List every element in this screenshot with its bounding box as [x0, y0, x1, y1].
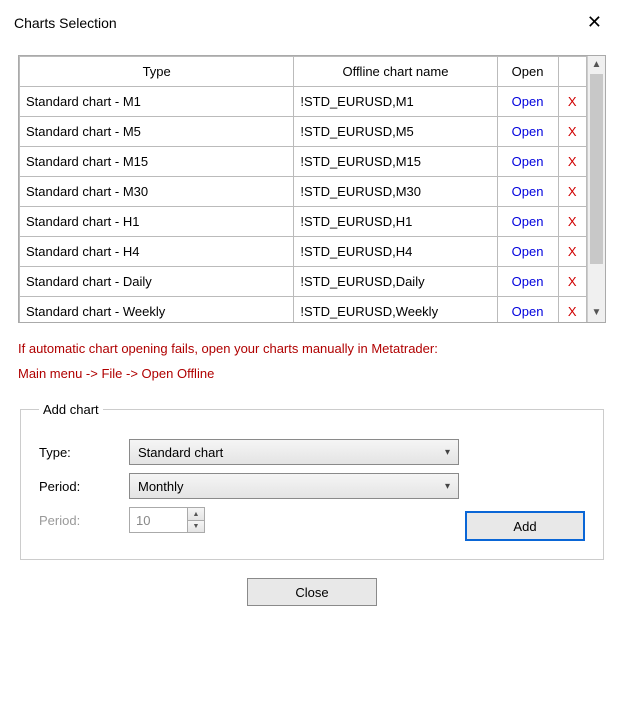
table-row: Standard chart - M15!STD_EURUSD,M15OpenX	[20, 147, 587, 177]
type-label: Type:	[39, 445, 129, 460]
spin-down-icon: ▼	[188, 521, 204, 533]
open-link[interactable]: Open	[497, 177, 558, 207]
cell-type: Standard chart - H4	[20, 237, 294, 267]
table-row: Standard chart - Daily!STD_EURUSD,DailyO…	[20, 267, 587, 297]
cell-name: !STD_EURUSD,M5	[294, 117, 497, 147]
col-header-name[interactable]: Offline chart name	[294, 57, 497, 87]
cell-name: !STD_EURUSD,Daily	[294, 267, 497, 297]
delete-icon[interactable]: X	[558, 297, 586, 323]
delete-icon[interactable]: X	[558, 267, 586, 297]
table-row: Standard chart - H1!STD_EURUSD,H1OpenX	[20, 207, 587, 237]
cell-type: Standard chart - H1	[20, 207, 294, 237]
add-chart-legend: Add chart	[39, 402, 103, 417]
table-row: Standard chart - M30!STD_EURUSD,M30OpenX	[20, 177, 587, 207]
delete-icon[interactable]: X	[558, 177, 586, 207]
period-number-label: Period:	[39, 513, 129, 528]
cell-name: !STD_EURUSD,M1	[294, 87, 497, 117]
add-button[interactable]: Add	[465, 511, 585, 541]
col-header-type[interactable]: Type	[20, 57, 294, 87]
close-icon[interactable]: ✕	[577, 8, 612, 37]
open-link[interactable]: Open	[497, 117, 558, 147]
open-link[interactable]: Open	[497, 147, 558, 177]
cell-type: Standard chart - M15	[20, 147, 294, 177]
scroll-down-icon[interactable]: ▼	[592, 304, 602, 322]
period-number-stepper: ▲ ▼	[129, 507, 205, 533]
scroll-track[interactable]	[588, 74, 605, 304]
table-row: Standard chart - M1!STD_EURUSD,M1OpenX	[20, 87, 587, 117]
delete-icon[interactable]: X	[558, 117, 586, 147]
cell-name: !STD_EURUSD,M30	[294, 177, 497, 207]
table-row: Standard chart - Weekly!STD_EURUSD,Weekl…	[20, 297, 587, 323]
cell-type: Standard chart - M5	[20, 117, 294, 147]
cell-name: !STD_EURUSD,H4	[294, 237, 497, 267]
delete-icon[interactable]: X	[558, 147, 586, 177]
type-select-value: Standard chart	[138, 445, 223, 460]
table-header-row: Type Offline chart name Open	[20, 57, 587, 87]
open-link[interactable]: Open	[497, 297, 558, 323]
scroll-up-icon[interactable]: ▲	[592, 56, 602, 74]
period-number-input	[129, 507, 187, 533]
open-link[interactable]: Open	[497, 87, 558, 117]
charts-table: Type Offline chart name Open Standard ch…	[18, 55, 606, 323]
table-row: Standard chart - H4!STD_EURUSD,H4OpenX	[20, 237, 587, 267]
scrollbar[interactable]: ▲ ▼	[587, 56, 605, 322]
delete-icon[interactable]: X	[558, 207, 586, 237]
close-button[interactable]: Close	[247, 578, 377, 606]
hint-text: If automatic chart opening fails, open y…	[18, 337, 606, 386]
period-select[interactable]: Monthly ▾	[129, 473, 459, 499]
cell-name: !STD_EURUSD,M15	[294, 147, 497, 177]
open-link[interactable]: Open	[497, 237, 558, 267]
cell-name: !STD_EURUSD,H1	[294, 207, 497, 237]
cell-type: Standard chart - M1	[20, 87, 294, 117]
chevron-down-icon: ▾	[445, 447, 450, 458]
period-select-value: Monthly	[138, 479, 184, 494]
period-label: Period:	[39, 479, 129, 494]
delete-icon[interactable]: X	[558, 237, 586, 267]
type-select[interactable]: Standard chart ▾	[129, 439, 459, 465]
col-header-delete[interactable]	[558, 57, 586, 87]
window-title: Charts Selection	[14, 15, 117, 31]
hint-line-2: Main menu -> File -> Open Offline	[18, 362, 606, 387]
cell-type: Standard chart - M30	[20, 177, 294, 207]
cell-type: Standard chart - Weekly	[20, 297, 294, 323]
add-chart-group: Add chart Type: Standard chart ▾ Period:…	[20, 402, 604, 560]
cell-type: Standard chart - Daily	[20, 267, 294, 297]
hint-line-1: If automatic chart opening fails, open y…	[18, 337, 606, 362]
chevron-down-icon: ▾	[445, 481, 450, 492]
scroll-thumb[interactable]	[590, 74, 603, 264]
table-row: Standard chart - M5!STD_EURUSD,M5OpenX	[20, 117, 587, 147]
title-bar: Charts Selection ✕	[0, 0, 624, 43]
col-header-open[interactable]: Open	[497, 57, 558, 87]
spin-up-icon: ▲	[188, 508, 204, 521]
open-link[interactable]: Open	[497, 207, 558, 237]
cell-name: !STD_EURUSD,Weekly	[294, 297, 497, 323]
delete-icon[interactable]: X	[558, 87, 586, 117]
open-link[interactable]: Open	[497, 267, 558, 297]
